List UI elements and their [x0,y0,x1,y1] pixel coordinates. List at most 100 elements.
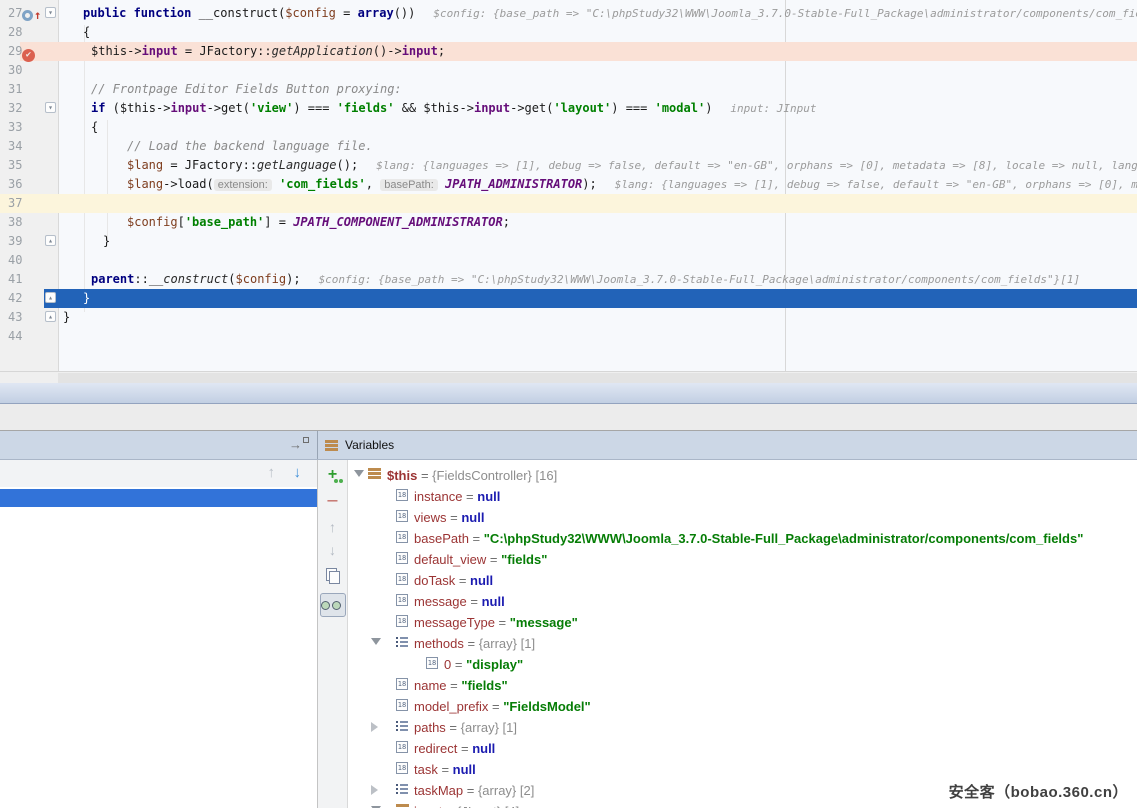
frames-panel[interactable]: ↑ ↓ [0,460,318,808]
fold-marker[interactable]: ▴ [45,292,56,303]
code-line-30[interactable]: 30 [0,61,1137,80]
selected-frame-row[interactable] [0,489,317,507]
variable-row-0[interactable]: 180 = "display" [348,653,1137,674]
array-icon [396,720,408,732]
code-line-28[interactable]: 28{ [0,23,1137,42]
duplicate-icon[interactable] [324,567,342,585]
line-number: 42 [8,289,34,308]
code-line-41[interactable]: 41parent::__construct($config);$config: … [0,270,1137,289]
editor-horizontal-scrollbar[interactable] [0,371,1137,383]
breakpoint-hit-icon[interactable]: ✔ [22,44,42,59]
collapse-icon[interactable] [354,470,364,477]
variable-row-doTask[interactable]: 18doTask = null [348,569,1137,590]
variable-row-this[interactable]: $this = {FieldsController} [16] [348,464,1137,485]
code-text: if ($this->input->get('view') === 'field… [91,99,817,118]
variable-text: 0 = "display" [444,653,523,675]
field-icon: 18 [396,531,408,543]
line-number: 41 [8,270,34,289]
line-number: 40 [8,251,34,270]
method-marker-icon[interactable]: ↑ [22,6,42,21]
frames-toolbar: ↑ ↓ [0,460,317,487]
code-line-34[interactable]: 34// Load the backend language file. [0,137,1137,156]
frame-down-icon[interactable]: ↓ [294,465,302,481]
inline-debug-hint: $lang: {languages => [1], debug => false… [376,159,1137,172]
variable-row-views[interactable]: 18views = null [348,506,1137,527]
code-editor[interactable]: 27↑▾public function __construct($config … [0,0,1137,371]
line-number: 32 [8,99,34,118]
field-icon: 18 [396,678,408,690]
line-number: 31 [8,80,34,99]
code-text: } [103,232,110,251]
code-line-42[interactable]: 42▴} [0,289,1137,308]
phpstorm-debugger-window: 27↑▾public function __construct($config … [0,0,1137,808]
fold-marker[interactable]: ▾ [45,7,56,18]
variable-row-methods[interactable]: methods = {array} [1] [348,632,1137,653]
debug-toolbar-band [0,404,1137,431]
code-line-35[interactable]: 35$lang = JFactory::getLanguage();$lang:… [0,156,1137,175]
variable-text: task = null [414,758,476,780]
variable-text: basePath = "C:\phpStudy32\WWW\Joomla_3.7… [414,527,1083,549]
pin-icon[interactable]: → [289,437,309,453]
collapse-icon[interactable] [371,638,381,645]
expand-icon[interactable] [371,722,378,732]
code-line-31[interactable]: 31// Frontpage Editor Fields Button prox… [0,80,1137,99]
variable-row-paths[interactable]: paths = {array} [1] [348,716,1137,737]
variable-row-basePath[interactable]: 18 basePath = "C:\phpStudy32\WWW\Joomla_3… [348,527,1137,548]
variable-row-model_prefix[interactable]: 18model_prefix = "FieldsModel" [348,695,1137,716]
fold-marker[interactable]: ▾ [45,102,56,113]
move-down-icon[interactable]: ↓ [324,541,342,559]
variable-text: redirect = null [414,737,495,759]
code-line-29[interactable]: 29✔$this->input = JFactory::getApplicati… [0,42,1137,61]
variable-text: paths = {array} [1] [414,716,517,738]
inline-debug-hint: $config: {base_path => "C:\phpStudy32\WW… [319,273,1081,286]
field-icon: 18 [396,594,408,606]
code-line-36[interactable]: 36$lang->load(extension: 'com_fields', b… [0,175,1137,194]
variable-text: model_prefix = "FieldsModel" [414,695,591,717]
field-icon: 18 [396,573,408,585]
line-number: 37 [8,194,34,213]
code-text: } [63,308,70,327]
variables-tab[interactable]: Variables [318,431,1137,459]
code-line-39[interactable]: 39 ▴} [0,232,1137,251]
code-text: $this->input = JFactory::getApplication(… [91,42,445,61]
variable-row-name[interactable]: 18name = "fields" [348,674,1137,695]
add-watch-icon[interactable]: + [324,466,342,484]
variable-text: methods = {array} [1] [414,632,535,654]
variable-row-message[interactable]: 18 message = null [348,590,1137,611]
variables-tree[interactable]: $this = {FieldsController} [16]18instanc… [348,460,1137,808]
code-line-43[interactable]: 43▴} [0,308,1137,327]
frame-up-icon[interactable]: ↑ [268,465,276,481]
array-icon [396,783,408,795]
field-icon: 18 [396,615,408,627]
code-text: { [83,23,90,42]
expand-icon[interactable] [371,785,378,795]
code-line-37[interactable]: 37 [0,194,1137,213]
watches-toolbar: + ─ ↑ ↓ [318,460,348,808]
code-line-40[interactable]: 40 [0,251,1137,270]
variable-row-messageType[interactable]: 18messageType = "message" [348,611,1137,632]
code-line-33[interactable]: 33{ [0,118,1137,137]
code-line-38[interactable]: 38$config['base_path'] = JPATH_COMPONENT… [0,213,1137,232]
move-up-icon[interactable]: ↑ [324,518,342,536]
field-icon: 18 [396,741,408,753]
line-number: 35 [8,156,34,175]
fold-marker[interactable]: ▴ [45,311,56,322]
variable-row-task[interactable]: 18task = null [348,758,1137,779]
line-number: 39 [8,232,34,251]
remove-watch-icon[interactable]: ─ [324,491,342,509]
code-line-32[interactable]: 32 ▾ if ($this->input->get('view') === 'fi… [0,99,1137,118]
code-line-44[interactable]: 44 [0,327,1137,346]
line-number: 44 [8,327,34,346]
splitter-band[interactable] [0,383,1137,404]
fold-marker[interactable]: ▴ [45,235,56,246]
variable-text: message = null [414,590,505,612]
variable-row-default_view[interactable]: 18default_view = "fields" [348,548,1137,569]
code-line-27[interactable]: 27↑▾public function __construct($config … [0,4,1137,23]
code-text: { [91,118,98,137]
object-icon [396,804,409,808]
variable-text: default_view = "fields" [414,548,547,570]
line-number: 30 [8,61,34,80]
variable-row-instance[interactable]: 18instance = null [348,485,1137,506]
variable-row-redirect[interactable]: 18 redirect = null [348,737,1137,758]
show-watches-icon[interactable] [320,593,346,617]
